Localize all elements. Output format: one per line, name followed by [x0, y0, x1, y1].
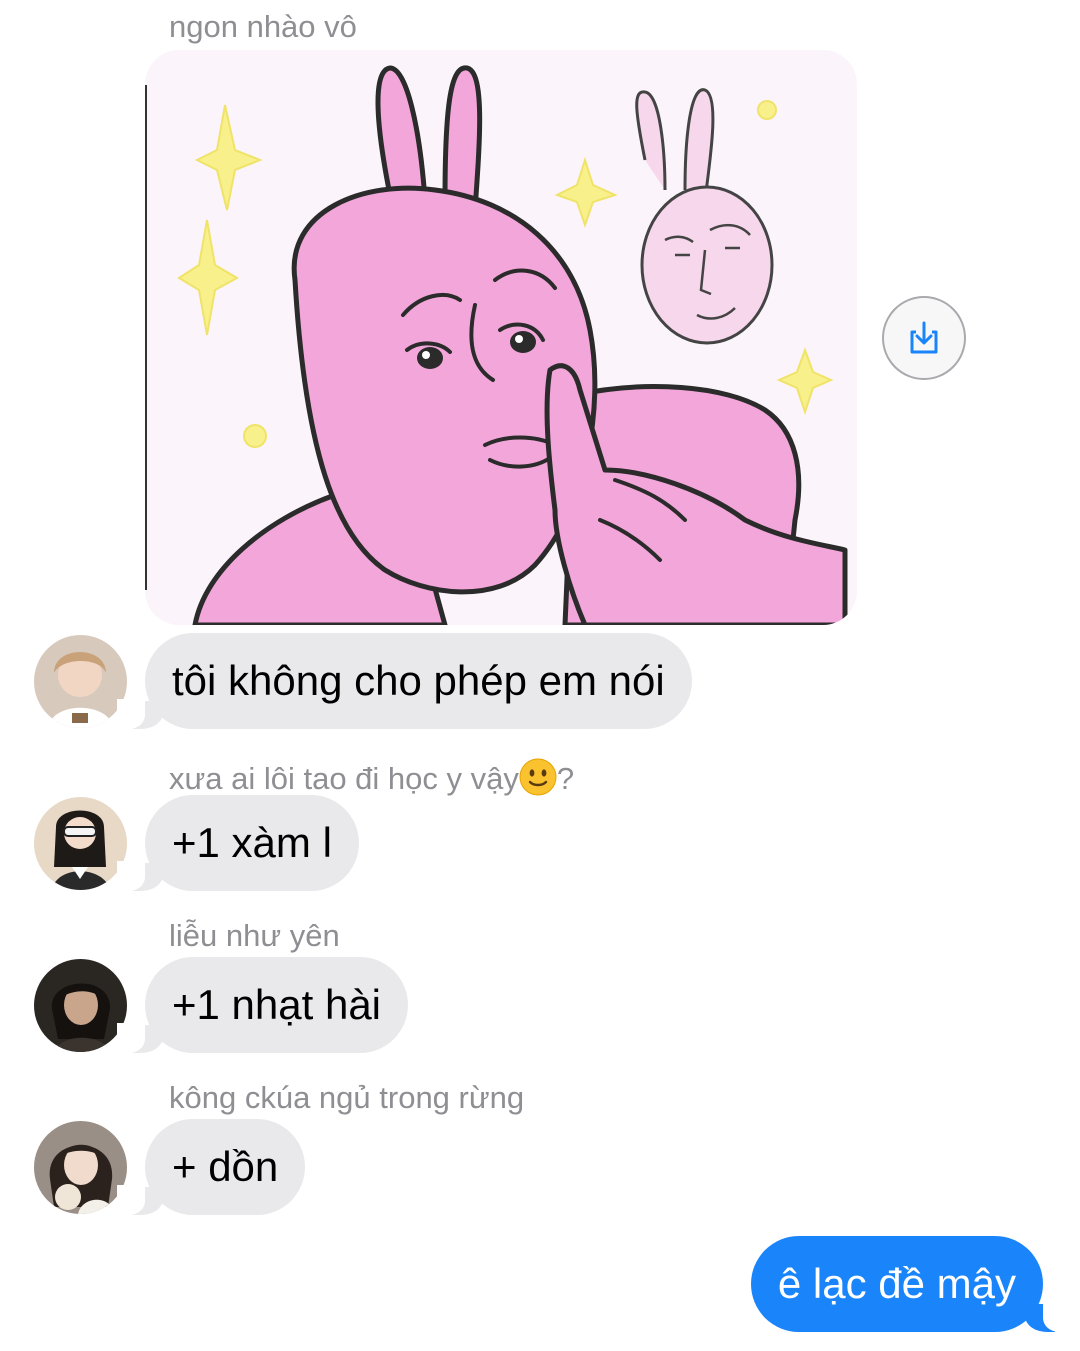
slightly-smiling-face-icon [519, 758, 557, 796]
avatar[interactable] [34, 1121, 127, 1214]
save-to-photos-icon [910, 321, 938, 354]
sender-name: liễu như yên [169, 918, 340, 953]
message-bubble[interactable]: tôi không cho phép em nói [117, 633, 692, 729]
save-sticker-button[interactable] [882, 296, 966, 380]
avatar[interactable] [34, 959, 127, 1052]
message-bubble[interactable]: +1 nhạt hài [116, 957, 409, 1053]
pink-rabbit-shush-sticker [145, 65, 848, 625]
outgoing-message-bubble[interactable]: ê lạc đề mậy [750, 1236, 1072, 1332]
sender-name: kông ckúa ngủ trong rừng [169, 1080, 525, 1115]
message-bubble[interactable]: + dồn [116, 1119, 306, 1215]
sender-name: xưa ai lôi tao đi học y vậy? [169, 758, 574, 796]
message-bubble[interactable]: +1 xàm l [117, 795, 359, 891]
sender-name: ngon nhào vô [169, 9, 357, 44]
avatar[interactable] [34, 635, 127, 728]
sticker-message[interactable] [145, 50, 857, 625]
avatar[interactable] [34, 797, 127, 890]
